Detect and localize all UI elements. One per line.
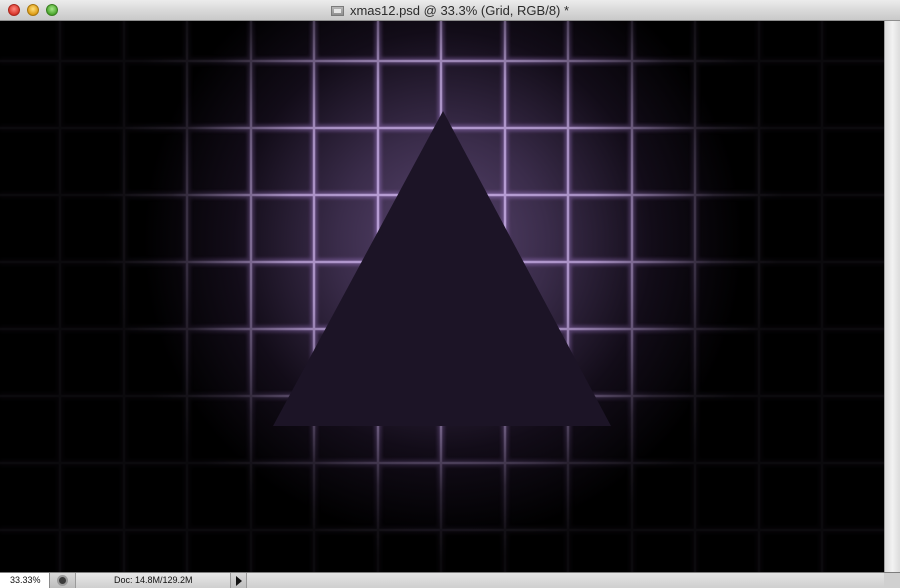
vertical-scrollbar[interactable] bbox=[884, 21, 900, 572]
document-size-info[interactable]: Doc: 14.8M/129.2M bbox=[75, 573, 231, 588]
window-title: xmas12.psd @ 33.3% (Grid, RGB/8) * bbox=[349, 3, 570, 18]
status-info-icon[interactable] bbox=[57, 575, 68, 586]
resize-grip[interactable] bbox=[884, 573, 900, 588]
zoom-level-field[interactable]: 33.33% bbox=[0, 573, 50, 588]
psd-document-icon[interactable] bbox=[330, 5, 344, 16]
title-wrap: xmas12.psd @ 33.3% (Grid, RGB/8) * bbox=[0, 0, 900, 21]
photoshop-document-window: xmas12.psd @ 33.3% (Grid, RGB/8) * 33.33… bbox=[0, 0, 900, 588]
canvas-artwork bbox=[0, 21, 884, 572]
document-canvas[interactable] bbox=[0, 21, 884, 572]
play-arrow-icon[interactable] bbox=[236, 576, 242, 586]
horizontal-scrollbar[interactable] bbox=[246, 573, 884, 588]
title-bar[interactable]: xmas12.psd @ 33.3% (Grid, RGB/8) * bbox=[0, 0, 900, 21]
status-bar: 33.33% Doc: 14.8M/129.2M bbox=[0, 572, 900, 588]
